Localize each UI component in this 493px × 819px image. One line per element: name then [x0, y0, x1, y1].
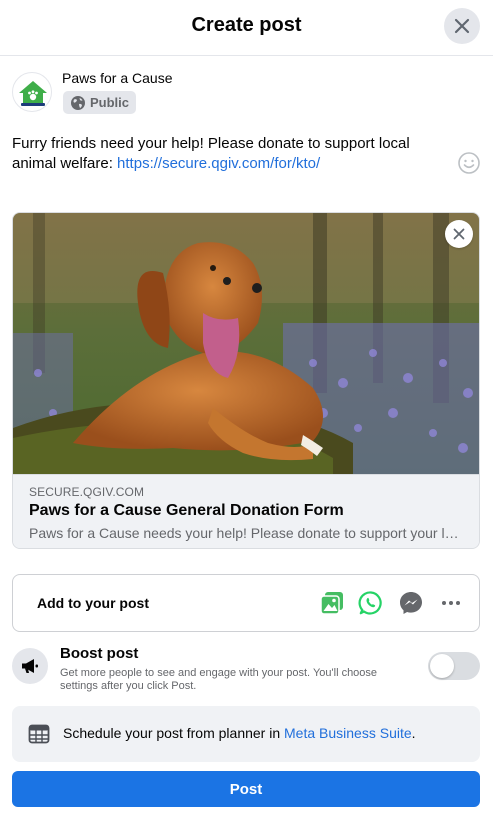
link-domain: SECURE.QGIV.COM: [29, 485, 145, 499]
schedule-text-before: Schedule your post from planner in: [63, 725, 285, 741]
more-icon: [442, 601, 460, 605]
photo-video-icon: [320, 592, 343, 615]
add-to-post-label: Add to your post: [37, 595, 149, 611]
dialog-header: Create post: [0, 0, 493, 56]
messenger-button[interactable]: [398, 590, 424, 616]
boost-post-row: Boost post Get more people to see and en…: [12, 640, 480, 700]
dog-photo: [13, 213, 479, 474]
author-block: Paws for a Cause Public: [12, 70, 452, 116]
add-to-post-bar: Add to your post: [12, 574, 480, 632]
meta-business-suite-link[interactable]: Meta Business Suite: [284, 725, 412, 741]
avatar[interactable]: [12, 72, 52, 112]
link-title: Paws for a Cause General Donation Form: [29, 502, 344, 519]
boost-toggle[interactable]: [428, 652, 480, 680]
boost-icon-wrap: [12, 648, 48, 684]
paws-logo-icon: [19, 81, 47, 106]
smiley-icon: [458, 152, 480, 174]
close-icon: [453, 228, 465, 240]
link-preview-card[interactable]: SECURE.QGIV.COM Paws for a Cause General…: [12, 212, 480, 549]
post-button[interactable]: Post: [12, 771, 480, 807]
whatsapp-button[interactable]: [358, 590, 384, 616]
link-meta[interactable]: SECURE.QGIV.COM Paws for a Cause General…: [13, 474, 479, 548]
more-options-button[interactable]: [438, 590, 464, 616]
close-icon: [454, 18, 470, 34]
megaphone-icon: [22, 659, 38, 673]
schedule-text-after: .: [411, 725, 416, 741]
preview-image[interactable]: [13, 213, 479, 474]
globe-icon: [71, 95, 85, 110]
boost-title: Boost post: [60, 645, 139, 662]
whatsapp-icon: [358, 591, 382, 615]
privacy-label: Public: [90, 95, 130, 110]
schedule-text: Schedule your post from planner in Meta …: [63, 725, 416, 741]
photo-video-button[interactable]: [319, 590, 345, 616]
messenger-icon: [400, 592, 422, 614]
post-button-label: Post: [229, 780, 263, 798]
privacy-selector[interactable]: Public: [63, 91, 137, 114]
link-description: Paws for a Cause needs your help! Please…: [29, 525, 465, 541]
toggle-knob: [430, 654, 454, 678]
dialog-title: Create post: [191, 14, 302, 36]
emoji-button[interactable]: [457, 151, 481, 175]
post-text[interactable]: Furry friends need your help! Please don…: [12, 134, 458, 174]
close-button[interactable]: [444, 8, 480, 44]
boost-description: Get more people to see and engage with y…: [60, 667, 378, 692]
calendar-icon: [28, 724, 50, 744]
author-name: Paws for a Cause: [62, 70, 173, 86]
schedule-banner: Schedule your post from planner in Meta …: [12, 706, 480, 762]
post-link[interactable]: https://secure.qgiv.com/for/kto/: [117, 155, 320, 172]
remove-preview-button[interactable]: [445, 220, 473, 248]
